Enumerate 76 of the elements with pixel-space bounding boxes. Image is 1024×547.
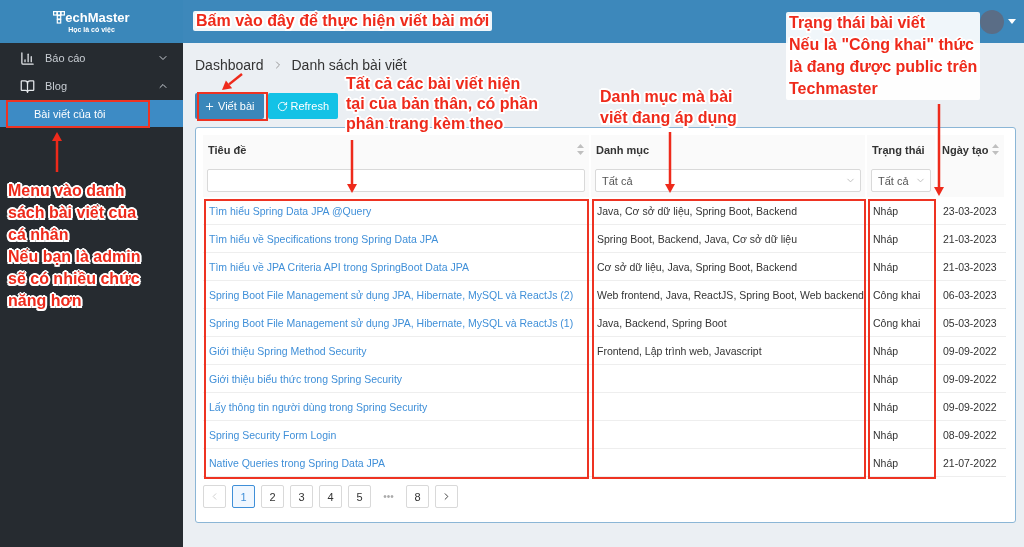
page-button[interactable]: 3 <box>290 485 313 508</box>
arrow <box>222 73 243 90</box>
arrow <box>347 140 357 193</box>
table-cell: 09-09-2022 <box>937 337 1006 365</box>
sidebar-item[interactable]: Báo cáo <box>0 44 183 72</box>
column-header[interactable]: Ngày tạo <box>937 135 1006 164</box>
annotation-text: Trạng thái bài viết Nếu là "Công khai" thức là đang được public trên Techmaster <box>786 12 981 100</box>
annotation-text: Tất cả các bài viết hiện tại của bản thân, có phần phân trang kèm theo <box>346 74 539 134</box>
page-button[interactable]: 4 <box>319 485 342 508</box>
table-cell: 23-03-2023 <box>937 197 1006 225</box>
table-cell: 06-03-2023 <box>937 281 1006 309</box>
table-cell: 09-09-2022 <box>937 365 1006 393</box>
table-cell: Spring Boot, Backend, Java, Cơ sở dữ liệu <box>591 225 867 253</box>
table-cell: Nháp <box>867 337 937 365</box>
table-cell: 05-03-2023 <box>937 309 1006 337</box>
table-cell: Công khai <box>867 309 937 337</box>
table-cell: Nháp <box>867 253 937 281</box>
post-title-link[interactable]: Spring Boot File Management sử dụng JPA, Hibernate, MySQL và ReactJs (1) <box>203 309 591 337</box>
book-icon <box>20 78 35 94</box>
page-button[interactable]: 2 <box>261 485 284 508</box>
column-header[interactable]: Danh mục <box>591 135 867 164</box>
post-title-link[interactable]: Tìm hiểu Spring Data JPA @Query <box>203 197 591 225</box>
table-cell: Nháp <box>867 421 937 449</box>
page-button[interactable]: 5 <box>348 485 371 508</box>
table-cell: Nháp <box>867 365 937 393</box>
table-cell: Java, Backend, Spring Boot <box>591 309 867 337</box>
table-cell: Nháp <box>867 225 937 253</box>
filter-input[interactable] <box>207 169 585 192</box>
table-cell: 21-03-2023 <box>937 225 1006 253</box>
breadcrumb-item[interactable]: Dashboard <box>195 57 264 73</box>
refresh-icon <box>276 100 288 112</box>
post-title-link[interactable]: Tìm hiểu về JPA Criteria API trong SpringBoot Data JPA <box>203 253 591 281</box>
page-button[interactable]: 1 <box>232 485 255 508</box>
table-cell: Web frontend, Java, ReactJS, Spring Boot, Web backend <box>591 281 867 309</box>
bar-chart-icon <box>20 50 35 66</box>
table-cell: Nháp <box>867 449 937 477</box>
page-ellipsis[interactable]: ••• <box>377 491 400 502</box>
table-cell: Frontend, Lập trình web, Javascript <box>591 337 867 365</box>
table-cell: 08-09-2022 <box>937 421 1006 449</box>
logo-text: echMaster <box>65 10 130 25</box>
table-cell: 21-03-2023 <box>937 253 1006 281</box>
filter-select[interactable]: Tất cả <box>595 169 861 192</box>
write-button[interactable]: Viết bài <box>195 93 264 119</box>
table-cell: Java, Cơ sở dữ liệu, Spring Boot, Backend <box>591 197 867 225</box>
post-title-link[interactable]: Giới thiệu biểu thức trong Spring Security <box>203 365 591 393</box>
post-title-link[interactable]: Native Queries trong Spring Data JPA <box>203 449 591 477</box>
annotation-text: Bấm vào đây để thực hiện viết bài mới <box>193 11 493 31</box>
breadcrumb-item: Danh sách bài viết <box>291 57 407 73</box>
sort-icon[interactable] <box>577 144 584 155</box>
arrow <box>52 132 62 172</box>
post-title-link[interactable]: Tìm hiểu về Specifications trong Spring Data JPA <box>203 225 591 253</box>
table-cell: 09-09-2022 <box>937 393 1006 421</box>
post-title-link[interactable]: Spring Security Form Login <box>203 421 591 449</box>
annotation-text: Danh mục mà bài viết đang áp dụng <box>600 87 737 128</box>
sort-icon[interactable] <box>992 144 999 155</box>
post-title-link[interactable]: Lấy thông tin người dùng trong Spring Security <box>203 393 591 421</box>
table-cell: Cơ sở dữ liệu, Java, Spring Boot, Backend <box>591 253 867 281</box>
post-title-link[interactable]: Giới thiệu Spring Method Security <box>203 337 591 365</box>
logo-icon <box>53 11 66 24</box>
table-cell: Công khai <box>867 281 937 309</box>
table-cell: 21-07-2022 <box>937 449 1006 477</box>
plus-icon <box>204 100 215 112</box>
annotation-text: Menu vào danh sách bài viết của cá nhân Nếu bạn là admin sẽ có nhiều chức năng hơn <box>8 181 141 311</box>
table-cell: Nháp <box>867 393 937 421</box>
refresh-button[interactable]: Refresh <box>267 93 339 119</box>
arrow <box>665 132 675 193</box>
filter-select[interactable]: Tất cả <box>871 169 931 192</box>
sidebar-item[interactable]: Blog <box>0 72 183 100</box>
column-header[interactable]: Tiêu đề <box>203 135 591 164</box>
post-title-link[interactable]: Spring Boot File Management sử dụng JPA, Hibernate, MySQL và ReactJs (2) <box>203 281 591 309</box>
page-button[interactable]: 8 <box>406 485 429 508</box>
caret-icon[interactable] <box>1008 19 1016 24</box>
table-cell: Nháp <box>867 197 937 225</box>
next-page-button[interactable] <box>435 485 458 508</box>
column-header[interactable]: Trạng thái <box>867 135 937 164</box>
highlight-frame <box>197 92 268 121</box>
